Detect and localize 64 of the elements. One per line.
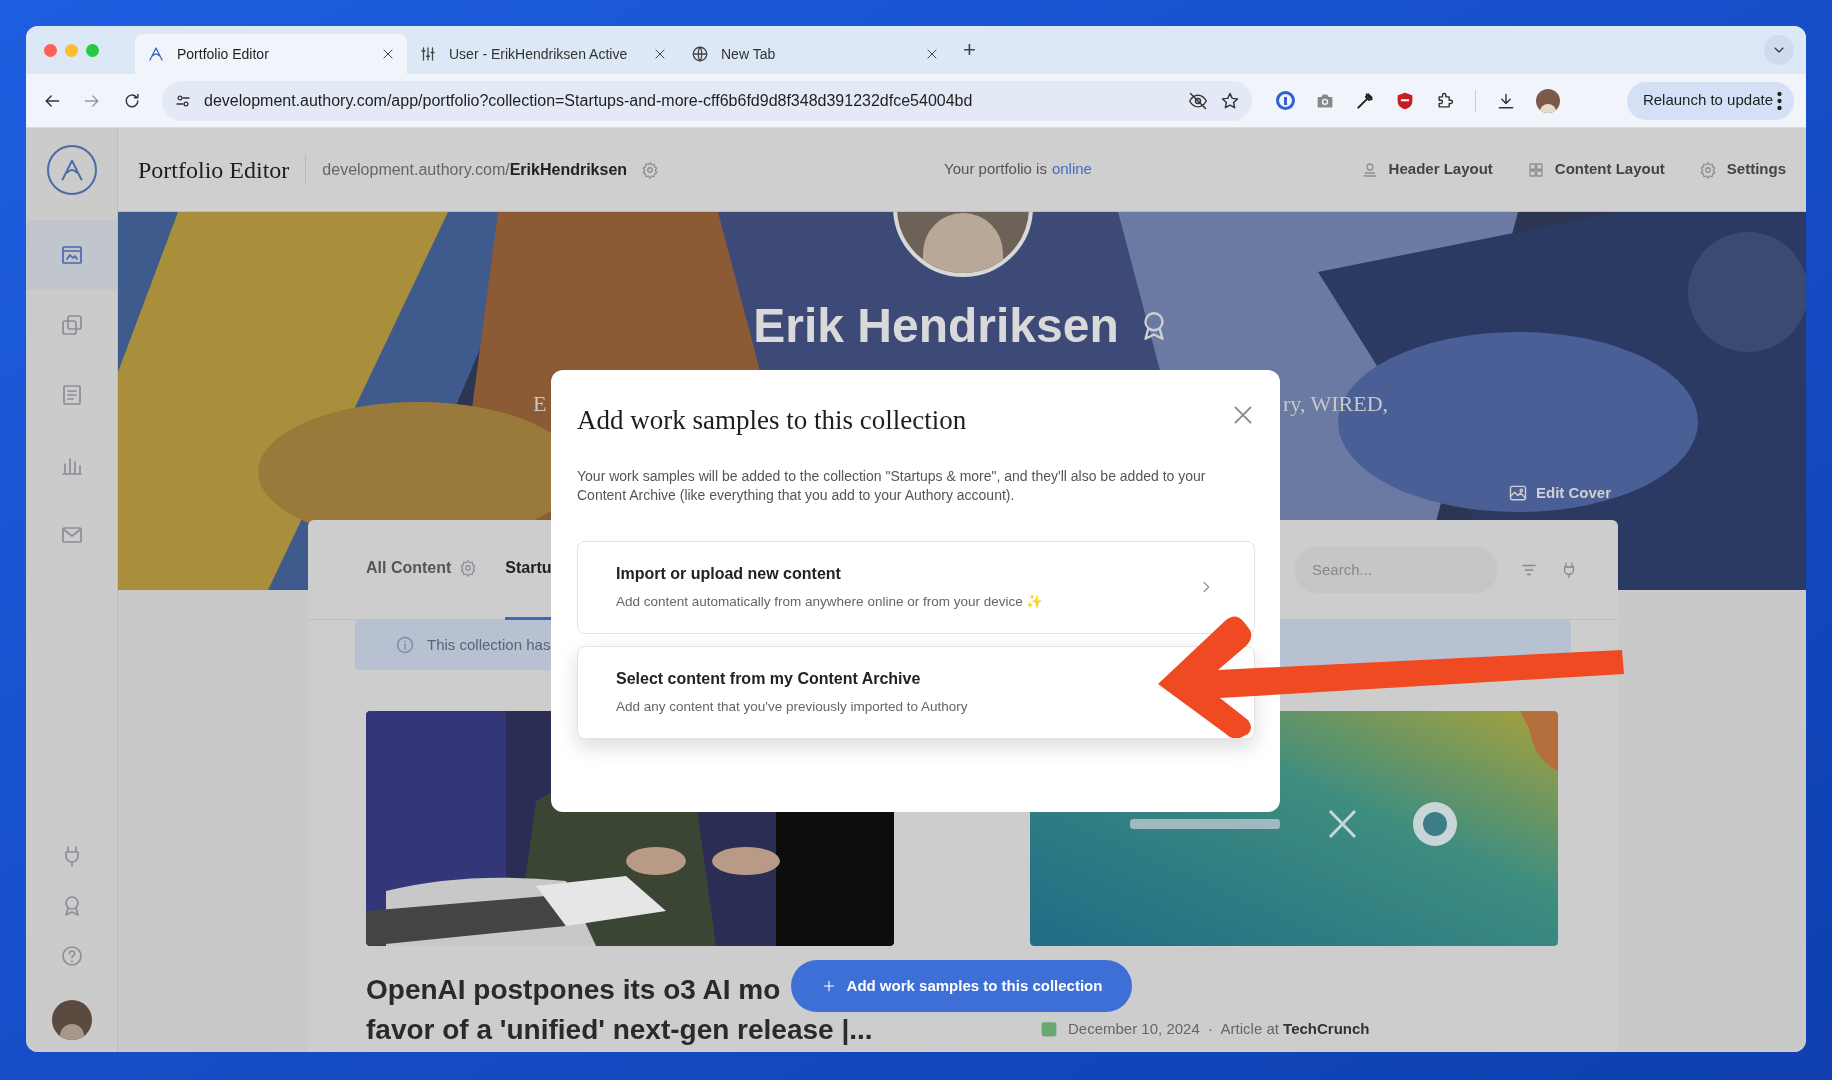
profile-avatar[interactable]: [1536, 88, 1560, 113]
search-field[interactable]: Search...: [1294, 546, 1498, 593]
more-icon: [1777, 91, 1782, 110]
modal-description: Your work samples will be added to the collection "Startups & more", and they'll also be added to your Content Archive (like everything that you add to your Authory account).: [577, 466, 1207, 505]
modal-option[interactable]: Import or upload new content Add content automatically from anywhere online or from your device ✨: [577, 540, 1255, 634]
profile-name: Erik Hendriksen: [753, 298, 1119, 354]
sidebar-item[interactable]: [26, 220, 117, 290]
article-title: OpenAI postpones its o3 AI mo: [366, 973, 781, 1007]
shield-icon[interactable]: [1395, 90, 1415, 111]
option-description: Add any content that you've previously imported to Authory: [616, 697, 969, 716]
help-icon[interactable]: [59, 944, 84, 968]
grid-icon: [1526, 160, 1545, 179]
article-title: favor of a 'unified' next-gen release |...: [366, 1013, 873, 1047]
header-action-button[interactable]: Settings: [1698, 158, 1786, 181]
sliders-icon: [419, 45, 437, 63]
option-description: Add content automatically from anywhere online or from your device ✨: [616, 592, 1045, 611]
new-tab-button[interactable]: +: [963, 39, 976, 61]
password-manager-icon[interactable]: [1276, 91, 1295, 110]
copy-icon: [59, 313, 84, 337]
window-control-icon[interactable]: [86, 43, 99, 57]
browser-tab[interactable]: User - ErikHendriksen Active: [407, 34, 679, 74]
browser-tab[interactable]: Portfolio Editor: [135, 34, 407, 74]
app-logo[interactable]: [46, 145, 97, 195]
close-icon[interactable]: [925, 47, 939, 61]
extensions-icon[interactable]: [1435, 90, 1455, 111]
close-icon[interactable]: [381, 47, 395, 61]
status-text: Your portfolio is: [944, 159, 1047, 180]
header-action-button[interactable]: Content Layout: [1526, 158, 1665, 181]
logo-icon: [147, 45, 165, 63]
notice-text: This collection has: [427, 634, 551, 655]
article-meta: December 10, 2024 · Article at TechCrunch: [1068, 1019, 1370, 1039]
eyedropper-icon[interactable]: [1355, 90, 1375, 111]
portfolio-url: development.authory.com/ErikHendriksen: [322, 159, 628, 180]
eye-off-icon[interactable]: [1188, 90, 1208, 111]
tab-title: New Tab: [721, 44, 777, 64]
edit-cover-button[interactable]: Edit Cover: [1508, 482, 1611, 505]
profile-bio: E: [533, 390, 547, 418]
info-icon: [395, 635, 415, 655]
profile-bio: ry, WIRED,: [1283, 390, 1389, 418]
modal-title: Add work samples to this collection: [577, 404, 967, 437]
modal-option[interactable]: Select content from my Content Archive Add any content that you've previously imported to Authory: [577, 645, 1255, 739]
content-tab[interactable]: All Content: [366, 519, 478, 620]
browser-tab[interactable]: New Tab: [679, 34, 951, 74]
close-icon[interactable]: [653, 47, 667, 61]
header-action-button[interactable]: Header Layout: [1360, 158, 1493, 181]
settings-icon: [1698, 160, 1717, 179]
portfolio-icon: [59, 243, 84, 267]
tab-search-button[interactable]: [1764, 35, 1794, 65]
option-title: Select content from my Content Archive: [616, 668, 922, 689]
relaunch-button[interactable]: Relaunch to update: [1626, 81, 1794, 120]
star-icon[interactable]: [1220, 90, 1240, 111]
address-bar[interactable]: development.authory.com/app/portfolio?collection=Startups-and-more-cff6b6fd9d8f348d391232dfce54004bd: [162, 80, 1252, 121]
settings-icon: [459, 559, 478, 577]
tab-title: User - ErikHendriksen Active: [449, 44, 629, 64]
calendar-icon: [1040, 1020, 1058, 1039]
settings-icon[interactable]: [641, 160, 660, 179]
url-text: development.authory.com/app/portfolio?collection=Startups-and-more-cff6b6fd9d8f348d391232dfce54004bd: [204, 90, 974, 111]
globe-icon: [691, 45, 709, 63]
window-control-icon[interactable]: [44, 43, 57, 57]
option-title: Import or upload new content: [616, 563, 842, 584]
user-avatar[interactable]: [51, 1000, 92, 1040]
add-work-samples-button[interactable]: Add work samples to this collection: [791, 960, 1132, 1012]
tab-title: Portfolio Editor: [177, 44, 270, 64]
page-title: Portfolio Editor: [138, 155, 290, 185]
